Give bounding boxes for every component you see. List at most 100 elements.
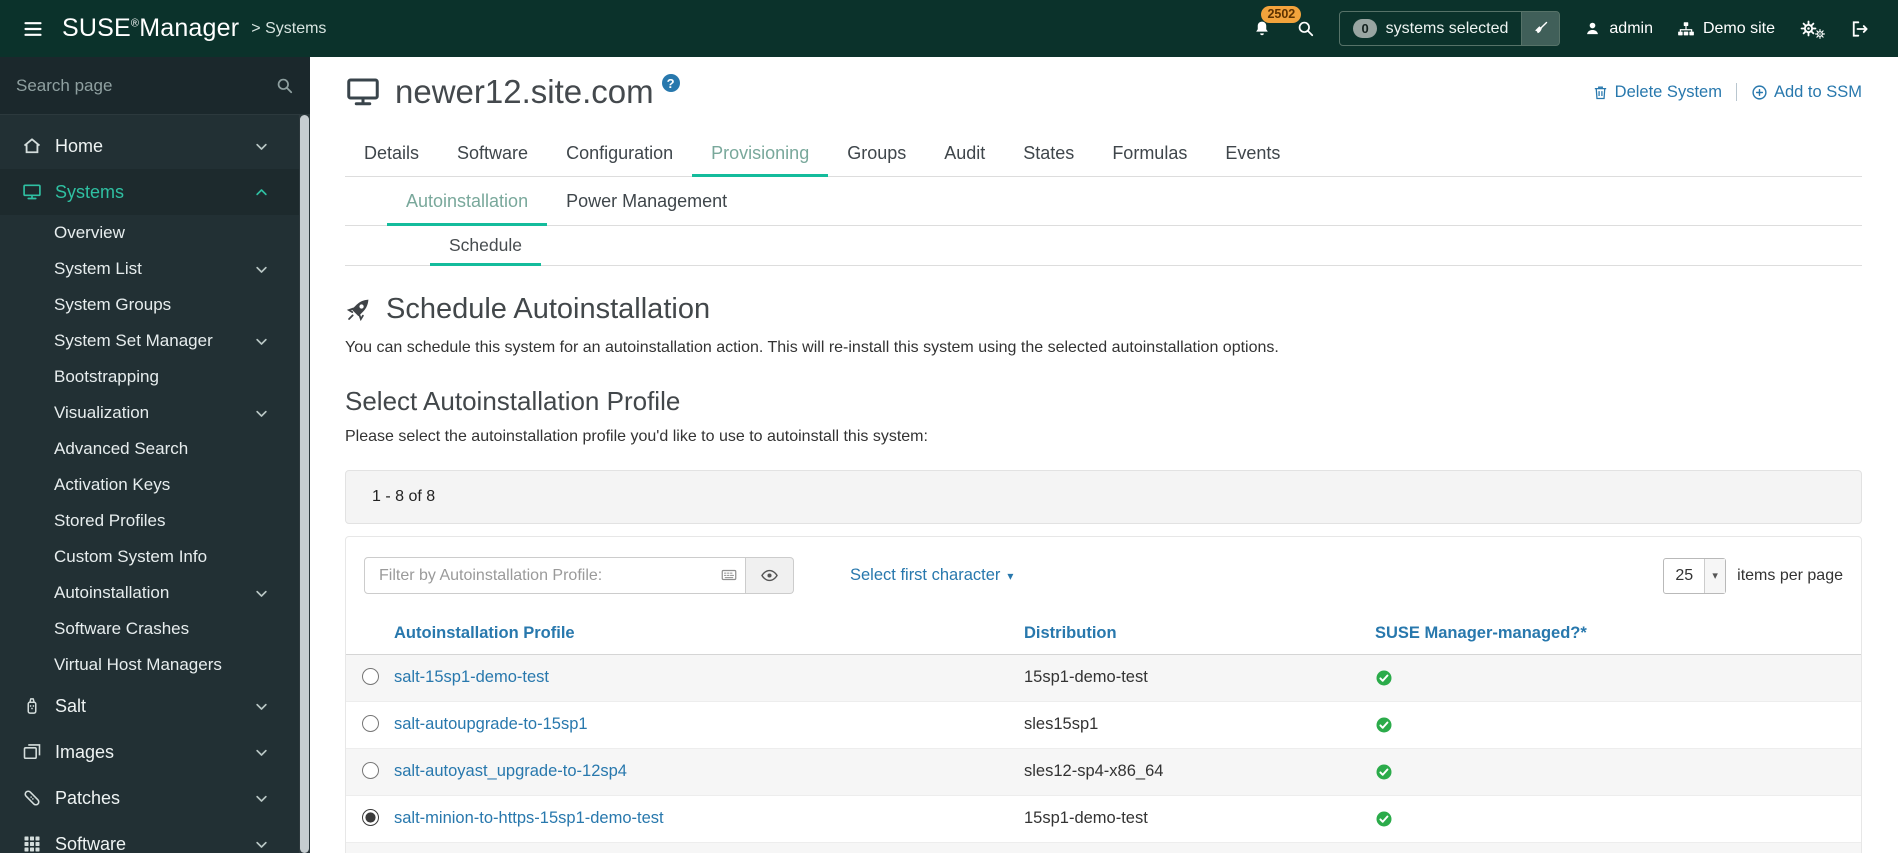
subsubtab-schedule[interactable]: Schedule <box>430 226 541 266</box>
sidebar-item-overview[interactable]: Overview <box>0 215 299 251</box>
filter-input[interactable] <box>364 557 746 594</box>
sidebar-item-label: Patches <box>55 787 121 808</box>
sidebar-item-visualization[interactable]: Visualization <box>0 395 299 431</box>
registered-mark: ® <box>130 17 140 30</box>
distribution-value: sles12-sp4-x86_64 <box>1024 762 1164 780</box>
chevron-down-icon <box>254 586 269 601</box>
organization-name: Demo site <box>1702 19 1775 37</box>
profiles-table: Autoinstallation Profile Distribution SU… <box>346 614 1861 842</box>
sidebar-item-software-crashes[interactable]: Software Crashes <box>0 611 299 647</box>
sidebar-item-stored-profiles[interactable]: Stored Profiles <box>0 503 299 539</box>
user-menu[interactable]: admin <box>1584 20 1653 38</box>
sidebar-item-systems[interactable]: Systems <box>0 169 299 215</box>
sign-out-button[interactable] <box>1850 19 1870 39</box>
sidebar-item-label: Activation Keys <box>54 475 171 494</box>
tab-events[interactable]: Events <box>1206 131 1299 176</box>
system-title-row: newer12.site.com Delete System Add to SS… <box>345 73 1862 111</box>
profile-link[interactable]: salt-15sp1-demo-test <box>394 668 549 686</box>
profile-list-panel: Select first character 25 items per page… <box>345 536 1862 853</box>
distribution-value: 15sp1-demo-test <box>1024 668 1148 686</box>
column-header-profile[interactable]: Autoinstallation Profile <box>394 624 575 642</box>
sidebar-item-images[interactable]: Images <box>0 729 299 775</box>
sidebar-item-system-list[interactable]: System List <box>0 251 299 287</box>
subtab-autoinstallation[interactable]: Autoinstallation <box>387 177 548 226</box>
sidebar-item-label: Home <box>55 135 104 156</box>
search-icon[interactable] <box>275 76 294 95</box>
sidebar-item-label: Visualization <box>54 403 150 422</box>
scrollbar-thumb[interactable] <box>300 115 309 853</box>
home-icon <box>22 136 42 156</box>
profile-link[interactable]: salt-autoyast_upgrade-to-12sp4 <box>394 762 627 780</box>
gear-small-icon <box>1814 28 1826 40</box>
brand-logo[interactable]: SUSE®Manager <box>62 14 239 43</box>
organization-menu[interactable]: Demo site <box>1677 20 1775 38</box>
items-per-page-select[interactable]: 25 <box>1663 557 1727 594</box>
next-row-partial <box>346 842 1861 853</box>
autoinstallation-subtabs: Schedule <box>345 226 1862 266</box>
sidebar-item-salt[interactable]: Salt <box>0 683 299 729</box>
tab-audit[interactable]: Audit <box>925 131 1004 176</box>
provisioning-subtabs: Autoinstallation Power Management <box>345 177 1862 226</box>
help-icon[interactable] <box>661 74 680 92</box>
tab-formulas[interactable]: Formulas <box>1093 131 1206 176</box>
sidebar-item-virtual-host-managers[interactable]: Virtual Host Managers <box>0 647 299 683</box>
chevron-down-icon <box>254 699 269 714</box>
sidebar-item-home[interactable]: Home <box>0 123 299 169</box>
items-per-page-value: 25 <box>1675 566 1694 584</box>
delete-system-link[interactable]: Delete System <box>1592 83 1722 102</box>
sidebar-item-system-groups[interactable]: System Groups <box>0 287 299 323</box>
notifications-button[interactable]: 2502 <box>1252 5 1302 39</box>
global-search-button[interactable] <box>1296 19 1315 38</box>
ssm-clear-button[interactable] <box>1521 12 1560 45</box>
search-icon <box>1296 19 1315 38</box>
sidebar-item-label: Overview <box>54 223 125 242</box>
select-arrow-icon <box>1704 558 1726 593</box>
sidebar-item-patches[interactable]: Patches <box>0 775 299 821</box>
tab-provisioning[interactable]: Provisioning <box>692 131 829 177</box>
sidebar-item-system-set-manager[interactable]: System Set Manager <box>0 323 299 359</box>
chevron-down-icon <box>254 745 269 760</box>
column-header-managed[interactable]: SUSE Manager-managed?* <box>1375 624 1587 642</box>
chevron-down-icon <box>254 139 269 154</box>
profile-radio[interactable] <box>361 762 379 779</box>
tab-details[interactable]: Details <box>345 131 438 176</box>
profile-link[interactable]: salt-minion-to-https-15sp1-demo-test <box>394 809 664 827</box>
user-icon <box>1584 20 1601 37</box>
profile-radio[interactable] <box>361 809 379 827</box>
sidebar-item-label: Advanced Search <box>54 439 189 458</box>
check-circle-icon <box>1375 763 1393 781</box>
sidebar-item-custom-system-info[interactable]: Custom System Info <box>0 539 299 575</box>
sidebar-item-software[interactable]: Software <box>0 821 299 853</box>
ssm-selected-count-area[interactable]: 0 systems selected <box>1340 12 1521 45</box>
tab-states[interactable]: States <box>1004 131 1093 176</box>
sidebar-item-bootstrapping[interactable]: Bootstrapping <box>0 359 299 395</box>
trash-icon <box>1592 84 1609 101</box>
sidebar-item-activation-keys[interactable]: Activation Keys <box>0 467 299 503</box>
hamburger-menu-icon[interactable] <box>20 19 46 39</box>
sidebar-search-input[interactable] <box>16 75 275 96</box>
tab-configuration[interactable]: Configuration <box>547 131 692 176</box>
profile-link[interactable]: salt-autoupgrade-to-15sp1 <box>394 715 588 733</box>
eye-toggle-button[interactable] <box>746 557 794 594</box>
keyboard-icon <box>720 566 738 584</box>
items-per-page-label: items per page <box>1737 566 1843 584</box>
sidebar-item-autoinstallation[interactable]: Autoinstallation <box>0 575 299 611</box>
profile-radio[interactable] <box>361 715 379 732</box>
sidebar-item-label: Custom System Info <box>54 547 208 566</box>
add-to-ssm-link[interactable]: Add to SSM <box>1751 83 1862 102</box>
subtab-power-management[interactable]: Power Management <box>547 177 746 225</box>
sidebar-item-advanced-search[interactable]: Advanced Search <box>0 431 299 467</box>
images-icon <box>22 742 42 762</box>
chevron-down-icon <box>254 791 269 806</box>
ssm-selected-pill[interactable]: 0 systems selected <box>1339 11 1561 46</box>
profile-radio[interactable] <box>361 668 379 685</box>
column-header-distribution[interactable]: Distribution <box>1024 624 1117 642</box>
select-first-character-dropdown[interactable]: Select first character <box>850 566 1013 585</box>
sidebar-item-label: Bootstrapping <box>54 367 159 386</box>
settings-button[interactable] <box>1799 18 1826 40</box>
system-type-icon <box>345 74 381 110</box>
patches-icon <box>22 788 42 808</box>
tab-software[interactable]: Software <box>438 131 547 176</box>
tab-groups[interactable]: Groups <box>828 131 925 176</box>
sidebar-scrollbar[interactable] <box>299 115 310 853</box>
